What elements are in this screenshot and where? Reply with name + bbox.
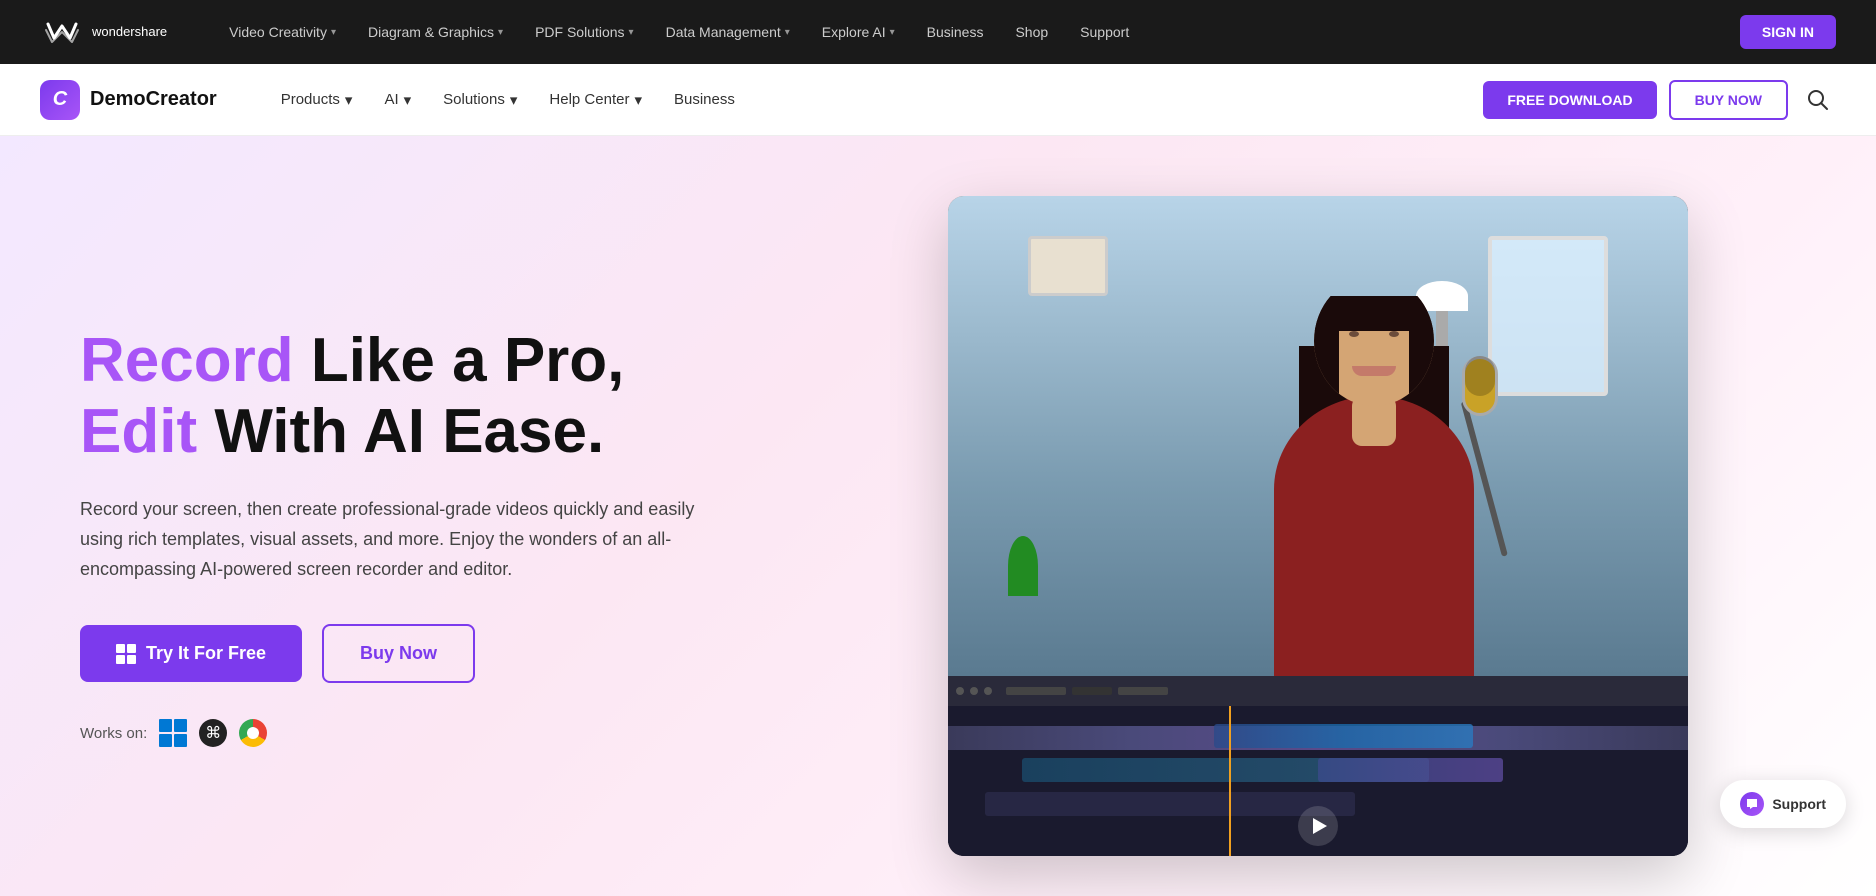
hero-description: Record your screen, then create professi… [80,495,700,584]
free-download-button[interactable]: FREE DOWNLOAD [1483,81,1656,119]
editor-timeline [948,706,1688,856]
chevron-down-icon: ▾ [629,27,634,38]
support-button[interactable]: Support [1720,780,1846,828]
video-preview [948,196,1688,676]
product-nav-help-center[interactable]: Help Center ▾ [533,83,658,117]
search-icon [1807,89,1829,111]
works-on: Works on: ⌘ [80,719,760,747]
nav-pdf-solutions[interactable]: PDF Solutions ▾ [521,16,648,48]
product-nav-links: Products ▾ AI ▾ Solutions ▾ Help Center … [265,83,1484,117]
product-nav-solutions[interactable]: Solutions ▾ [427,83,533,117]
chevron-down-icon: ▾ [345,91,353,109]
nav-explore-ai[interactable]: Explore AI ▾ [808,16,909,48]
product-nav-ai[interactable]: AI ▾ [368,83,427,117]
chat-icon [1740,792,1764,816]
democreator-icon [40,80,80,120]
chevron-down-icon: ▾ [510,91,518,109]
chevron-down-icon: ▾ [634,91,642,109]
democreator-logo[interactable]: DemoCreator [40,80,217,120]
try-free-button[interactable]: Try It For Free [80,625,302,682]
support-label: Support [1772,796,1826,812]
macos-icon: ⌘ [199,719,227,747]
search-button[interactable] [1800,82,1836,118]
ws-logo-icon [40,10,84,54]
top-nav-links: Video Creativity ▾ Diagram & Graphics ▾ … [215,16,1740,48]
chat-bubble-icon [1745,797,1759,811]
nav-support[interactable]: Support [1066,16,1143,48]
product-nav-products[interactable]: Products ▾ [265,83,369,117]
nav-diagram-graphics[interactable]: Diagram & Graphics ▾ [354,16,517,48]
toolbar-dot [984,687,992,695]
product-name: DemoCreator [90,88,217,111]
video-editor-panel [948,676,1688,856]
toolbar-dot [956,687,964,695]
hero-content: Record Like a Pro, Edit With AI Ease. Re… [80,196,760,856]
signin-button[interactable]: SIGN IN [1740,15,1836,49]
product-nav-right: FREE DOWNLOAD BUY NOW [1483,80,1836,120]
windows-logo-icon [116,644,136,664]
nav-shop[interactable]: Shop [1001,16,1062,48]
editor-toolbar [948,676,1688,706]
hero-buttons: Try It For Free Buy Now [80,624,760,683]
top-nav-right: SIGN IN [1740,15,1836,49]
toolbar-dot [970,687,978,695]
top-navigation: wondershare Video Creativity ▾ Diagram &… [0,0,1876,64]
hero-media [820,196,1816,856]
chevron-down-icon: ▾ [331,27,336,38]
chevron-down-icon: ▾ [890,27,895,38]
buy-now-button[interactable]: BUY NOW [1669,80,1788,120]
chevron-down-icon: ▾ [404,91,412,109]
product-nav-business[interactable]: Business [658,83,751,116]
windows-icon [159,719,187,747]
hero-title-edit: Edit [80,397,197,466]
hero-title-part2: Like a Pro, [294,326,625,395]
wondershare-logo[interactable]: wondershare [40,10,167,54]
chrome-icon [239,719,267,747]
hero-title-part4: With AI Ease. [197,397,604,466]
hero-title-record: Record [80,326,294,395]
nav-video-creativity[interactable]: Video Creativity ▾ [215,16,350,48]
buy-now-hero-button[interactable]: Buy Now [322,624,475,683]
nav-data-management[interactable]: Data Management ▾ [652,16,804,48]
chevron-down-icon: ▾ [785,27,790,38]
product-navigation: DemoCreator Products ▾ AI ▾ Solutions ▾ … [0,64,1876,136]
hero-video [948,196,1688,856]
brand-name: wondershare [92,24,167,40]
chevron-down-icon: ▾ [498,27,503,38]
play-button[interactable] [1298,806,1338,846]
hero-section: Record Like a Pro, Edit With AI Ease. Re… [0,136,1876,896]
hero-title: Record Like a Pro, Edit With AI Ease. [80,325,760,468]
nav-business[interactable]: Business [913,16,998,48]
